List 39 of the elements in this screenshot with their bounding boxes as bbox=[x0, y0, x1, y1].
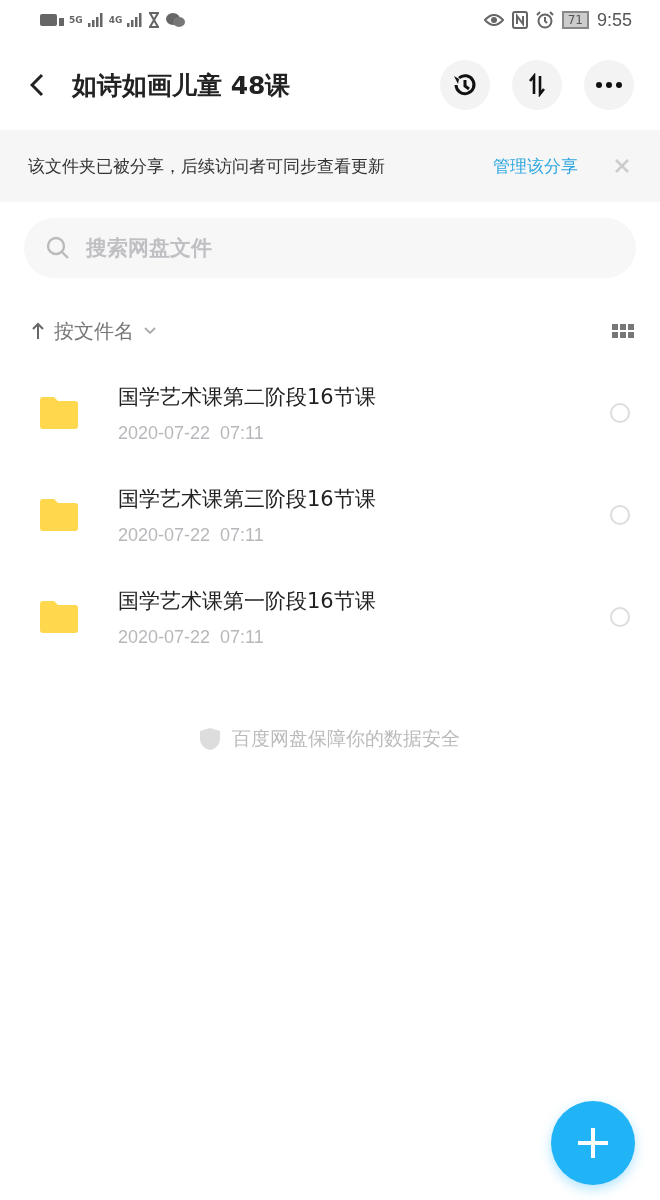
sort-button[interactable]: 按文件名 bbox=[32, 317, 156, 345]
folder-name[interactable]: 国学艺术课第三阶段16节课 bbox=[118, 484, 610, 513]
signal-icon bbox=[87, 13, 104, 27]
security-note: 百度网盘保障你的数据安全 bbox=[232, 726, 460, 751]
network-label: 5G bbox=[69, 15, 83, 25]
folder-date: 2020-07-22 07:11 bbox=[118, 422, 265, 444]
folder-date: 2020-07-22 07:11 bbox=[118, 626, 265, 648]
arrow-up-icon bbox=[32, 322, 44, 340]
folder-icon bbox=[40, 601, 78, 633]
history-button[interactable] bbox=[440, 60, 490, 110]
hourglass-icon bbox=[148, 12, 161, 28]
select-radio[interactable] bbox=[610, 505, 630, 525]
shield-icon bbox=[200, 728, 220, 750]
clock-time: 9:55 bbox=[596, 9, 632, 31]
alarm-icon bbox=[535, 11, 554, 29]
eye-icon bbox=[483, 13, 504, 27]
select-radio[interactable] bbox=[610, 403, 630, 423]
folder-name[interactable]: 国学艺术课第一阶段16节课 bbox=[118, 586, 610, 615]
network-label: 4G bbox=[108, 15, 123, 25]
folder-title: 如诗如画儿童 48课 bbox=[72, 69, 292, 102]
signal-icon bbox=[127, 13, 144, 27]
folder-icon bbox=[40, 499, 78, 531]
battery-icon: 71 bbox=[561, 11, 589, 29]
nfc-icon bbox=[511, 11, 528, 29]
folder-name[interactable]: 国学艺术课第二阶段16节课 bbox=[118, 382, 610, 411]
grid-view-icon[interactable] bbox=[612, 324, 634, 338]
plus-icon bbox=[576, 1126, 610, 1160]
chat-icon bbox=[165, 12, 186, 28]
search-icon bbox=[46, 236, 70, 260]
share-notice: 该文件夹已被分享，后续访问者可同步查看更新 bbox=[28, 154, 386, 178]
back-icon[interactable] bbox=[30, 73, 44, 97]
more-icon bbox=[596, 82, 622, 88]
caret-icon bbox=[144, 327, 156, 335]
more-button[interactable] bbox=[584, 60, 634, 110]
transfer-button[interactable] bbox=[512, 60, 562, 110]
select-radio[interactable] bbox=[610, 607, 630, 627]
add-button[interactable] bbox=[551, 1101, 635, 1185]
folder-icon bbox=[40, 397, 78, 429]
folder-date: 2020-07-22 07:11 bbox=[118, 524, 265, 546]
